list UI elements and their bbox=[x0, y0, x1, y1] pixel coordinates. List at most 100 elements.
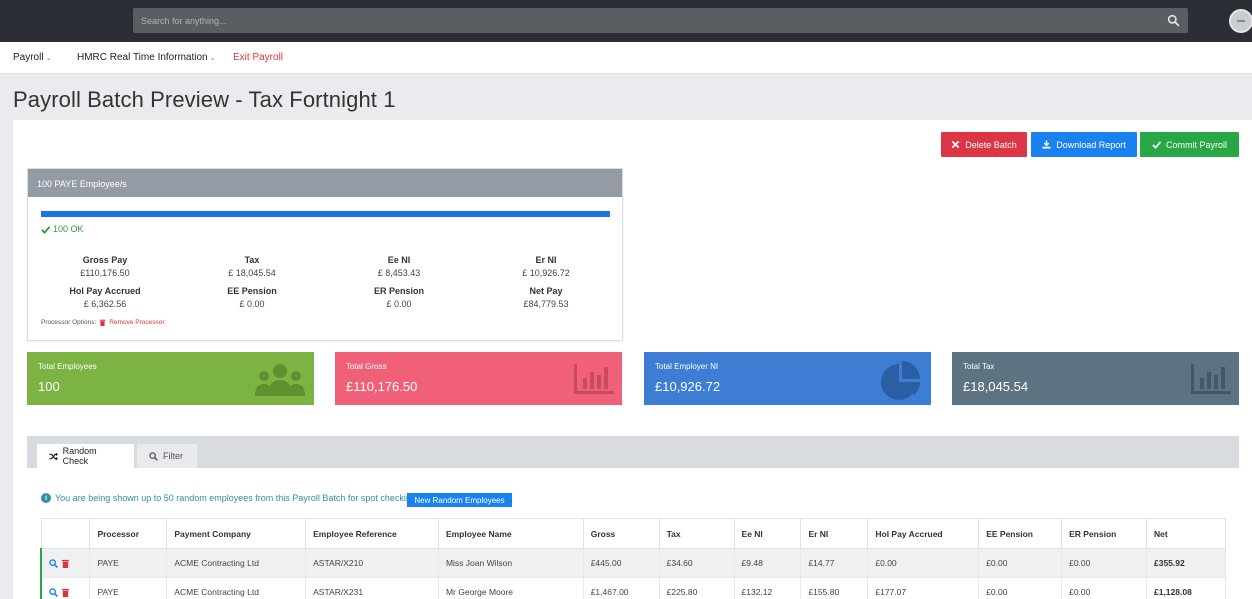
column-header[interactable]: Employee Name bbox=[437, 518, 584, 549]
column-header[interactable]: Processor bbox=[89, 518, 168, 549]
check-icon bbox=[1152, 141, 1161, 149]
column-header[interactable]: Hol Pay Accrued bbox=[867, 518, 980, 549]
stat-er-pension: ER Pension £ 0.00 bbox=[329, 286, 469, 309]
info-icon: i bbox=[41, 493, 51, 503]
random-info: i You are being shown up to 50 random em… bbox=[41, 493, 418, 503]
stat-value: £ 10,926.72 bbox=[522, 268, 570, 278]
remove-processor-link[interactable]: Remove Processor bbox=[109, 319, 164, 326]
tab-filter-label: Filter bbox=[163, 451, 183, 461]
tile-value: £110,176.50 bbox=[346, 379, 418, 394]
trash-icon[interactable] bbox=[61, 588, 70, 597]
cell: £1,467.00 bbox=[582, 577, 660, 599]
tile-value: 100 bbox=[38, 379, 60, 394]
employees-table: Processor Payment Company Employee Refer… bbox=[40, 518, 1227, 599]
search-box[interactable] bbox=[133, 8, 1188, 33]
tile-label: Total Gross bbox=[346, 362, 387, 371]
table-header-row: Processor Payment Company Employee Refer… bbox=[40, 518, 1227, 549]
column-header[interactable]: Employee Reference bbox=[305, 518, 439, 549]
search-icon[interactable] bbox=[49, 558, 58, 568]
stat-value: £ 0.00 bbox=[239, 299, 265, 309]
stat-net-pay: Net Pay £84,779.53 bbox=[476, 286, 616, 309]
cell: £355.92 bbox=[1145, 548, 1227, 578]
column-header[interactable]: Net bbox=[1145, 518, 1227, 549]
column-header[interactable]: Tax bbox=[658, 518, 735, 549]
search-input[interactable] bbox=[133, 8, 1153, 33]
tile-total-tax: Total Tax £18,045.54 bbox=[952, 352, 1239, 405]
stat-label: Er NI bbox=[535, 255, 557, 265]
menu-hmrc-label: HMRC Real Time Information bbox=[77, 52, 208, 63]
trash-icon[interactable] bbox=[99, 319, 106, 326]
stat-label: Tax bbox=[244, 255, 260, 265]
cell: £14.77 bbox=[800, 548, 869, 578]
stat-gross-pay: Gross Pay £110,176.50 bbox=[35, 255, 175, 278]
stat-label: Ee NI bbox=[387, 255, 411, 265]
stat-label: EE Pension bbox=[227, 286, 277, 296]
column-header[interactable]: Payment Company bbox=[166, 518, 307, 549]
top-bar bbox=[0, 0, 1252, 42]
cell: £34.60 bbox=[658, 548, 735, 578]
menu-payroll-label: Payroll bbox=[13, 52, 44, 63]
search-icon bbox=[149, 451, 158, 461]
stat-label: ER Pension bbox=[373, 286, 424, 296]
stat-value: £ 6,362.56 bbox=[83, 299, 127, 309]
bar-chart-icon bbox=[574, 364, 614, 394]
column-header[interactable]: Gross bbox=[582, 518, 660, 549]
cell: £0.00 bbox=[978, 548, 1063, 578]
row-actions bbox=[40, 548, 91, 578]
tab-filter[interactable]: Filter bbox=[137, 444, 197, 468]
cell: £155.80 bbox=[800, 577, 869, 599]
table-row[interactable]: PAYE ACME Contracting Ltd ASTAR/X210 Mis… bbox=[40, 548, 1227, 578]
stat-value: £ 8,453.43 bbox=[377, 268, 421, 278]
pie-chart-icon bbox=[881, 361, 920, 400]
stat-label: Net Pay bbox=[529, 286, 563, 296]
stat-value: £110,176.50 bbox=[80, 268, 130, 278]
cell: £177.07 bbox=[867, 577, 980, 599]
stat-hol-pay: Hol Pay Accrued £ 6,362.56 bbox=[35, 286, 175, 309]
new-random-employees-button[interactable]: New Random Employees bbox=[407, 493, 512, 507]
cell: Miss Joan Wilson bbox=[437, 548, 584, 578]
trash-icon[interactable] bbox=[61, 559, 70, 568]
cell: £0.00 bbox=[867, 548, 980, 578]
stat-ee-ni: Ee NI £ 8,453.43 bbox=[329, 255, 469, 278]
column-header[interactable]: EE Pension bbox=[978, 518, 1063, 549]
batch-header: 100 PAYE Employee/s bbox=[28, 169, 622, 197]
menu-payroll[interactable]: Payroll ⌄ bbox=[13, 52, 51, 63]
cell: ASTAR/X210 bbox=[305, 548, 439, 578]
check-icon bbox=[41, 225, 50, 234]
shuffle-icon bbox=[49, 452, 58, 460]
stat-er-ni: Er NI £ 10,926.72 bbox=[476, 255, 616, 278]
column-header[interactable]: Er NI bbox=[800, 518, 869, 549]
processor-options: Processor Options: Remove Processor bbox=[41, 319, 165, 326]
menu-hmrc[interactable]: HMRC Real Time Information ⌄ bbox=[77, 52, 215, 63]
tile-value: £18,045.54 bbox=[963, 379, 1029, 394]
chevron-down-icon: ⌄ bbox=[45, 55, 52, 62]
commit-payroll-button[interactable]: Commit Payroll bbox=[1140, 132, 1239, 157]
chevron-down-icon: ⌄ bbox=[209, 55, 216, 62]
download-report-label: Download Report bbox=[1056, 139, 1126, 150]
tab-random-check[interactable]: Random Check bbox=[37, 444, 134, 468]
search-icon[interactable] bbox=[1167, 14, 1180, 27]
page-title: Payroll Batch Preview - Tax Fortnight 1 bbox=[13, 87, 396, 112]
avatar[interactable] bbox=[1229, 9, 1252, 33]
column-header[interactable]: ER Pension bbox=[1061, 518, 1147, 549]
bar-chart-icon bbox=[1191, 364, 1231, 394]
menu-exit-payroll[interactable]: Exit Payroll bbox=[233, 52, 283, 63]
batch-summary-card: 100 PAYE Employee/s 100 OK Gross Pay £110… bbox=[27, 168, 623, 341]
commit-payroll-label: Commit Payroll bbox=[1165, 139, 1227, 150]
ok-text: 100 OK bbox=[53, 224, 84, 234]
table-row[interactable]: PAYE ACME Contracting Ltd ASTAR/X231 Mr … bbox=[40, 577, 1227, 599]
delete-batch-button[interactable]: Delete Batch bbox=[941, 132, 1027, 157]
cell: £132.12 bbox=[733, 577, 802, 599]
stat-value: £ 18,045.54 bbox=[228, 268, 276, 278]
download-report-button[interactable]: Download Report bbox=[1031, 132, 1137, 157]
tile-total-employer-ni: Total Employer NI £10,926.72 bbox=[644, 352, 931, 405]
cell: £1,128.08 bbox=[1145, 577, 1227, 599]
stat-label: Gross Pay bbox=[82, 255, 128, 265]
delete-batch-label: Delete Batch bbox=[965, 139, 1017, 150]
search-icon[interactable] bbox=[49, 587, 58, 597]
tile-total-gross: Total Gross £110,176.50 bbox=[335, 352, 622, 405]
cell: £0.00 bbox=[1061, 577, 1147, 599]
column-header[interactable]: Ee NI bbox=[733, 518, 802, 549]
tile-value: £10,926.72 bbox=[655, 379, 721, 394]
tabs-bar bbox=[27, 436, 1239, 468]
